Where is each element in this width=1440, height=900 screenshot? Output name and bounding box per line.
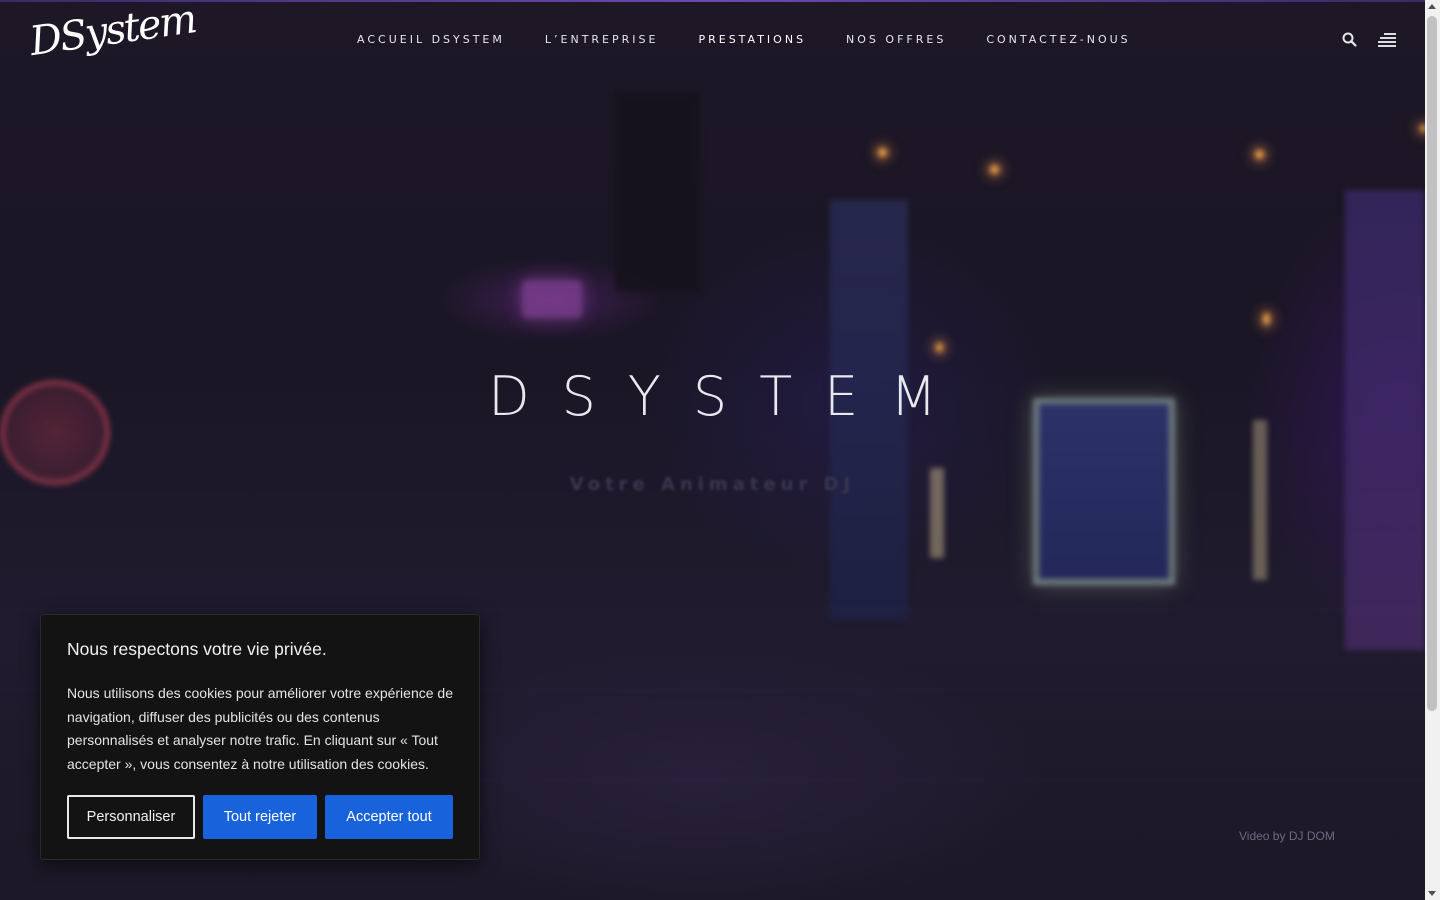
nav-item-accueil[interactable]: ACCUEIL DSYSTEM: [357, 33, 505, 46]
scroll-up-arrow-icon[interactable]: [1428, 4, 1436, 9]
cookie-banner-title: Nous respectons votre vie privée.: [67, 639, 327, 659]
reject-all-button[interactable]: Tout rejeter: [203, 795, 317, 839]
nav-item-entreprise[interactable]: L’ENTREPRISE: [545, 33, 659, 46]
nav-item-contact[interactable]: CONTACTEZ-NOUS: [986, 33, 1130, 46]
hero-title: DSYSTEM: [488, 365, 969, 428]
cookie-banner-actions: Personnaliser Tout rejeter Accepter tout: [67, 795, 453, 839]
main-nav: ACCUEIL DSYSTEM L’ENTREPRISE PRESTATIONS…: [357, 33, 1171, 46]
hero-subtitle: Votre Animateur DJ: [569, 474, 856, 495]
video-credit: Video by DJ DOM: [1239, 829, 1335, 843]
page-scrollbar[interactable]: [1425, 0, 1440, 900]
cookie-consent-banner: Nous respectons votre vie privée. Nous u…: [40, 614, 480, 860]
brand-logo[interactable]: DSystem: [27, 0, 198, 102]
search-icon[interactable]: [1341, 31, 1359, 49]
accept-all-button[interactable]: Accepter tout: [325, 795, 453, 839]
customize-button[interactable]: Personnaliser: [67, 795, 195, 839]
scroll-down-arrow-icon[interactable]: [1428, 891, 1436, 896]
cookie-banner-text: Nous utilisons des cookies pour améliore…: [67, 685, 453, 772]
hamburger-menu-icon[interactable]: [1376, 32, 1396, 48]
scrollbar-thumb[interactable]: [1427, 16, 1437, 711]
nav-item-prestations[interactable]: PRESTATIONS: [698, 33, 806, 46]
nav-item-offres[interactable]: NOS OFFRES: [846, 33, 946, 46]
